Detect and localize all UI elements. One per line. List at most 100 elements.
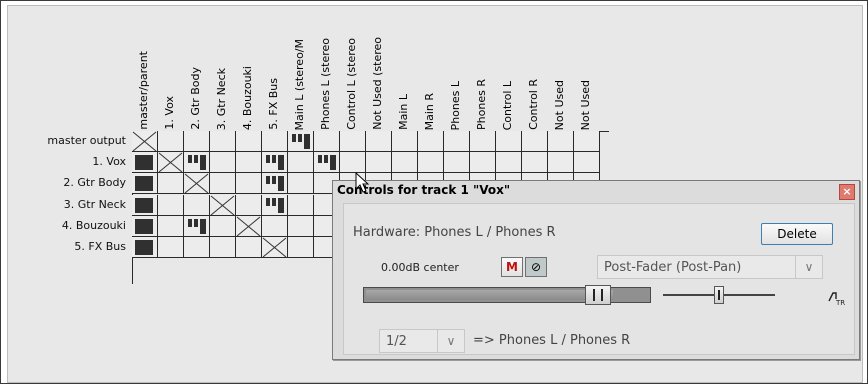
volume-slider[interactable] [363,285,651,305]
routing-cell-empty[interactable] [392,131,418,152]
column-header-label: Main L [397,94,410,130]
track-controls-dialog: Controls for track 1 "Vox" × Hardware: P… [332,180,860,360]
column-header-label: Main L (stereo/M [293,38,306,130]
routing-cell-empty[interactable] [522,131,548,152]
routing-cell-empty[interactable] [158,237,184,258]
column-header: Control R [522,2,548,130]
routing-cell-empty[interactable] [470,152,496,174]
routing-cell-empty[interactable] [262,131,288,152]
routing-cell-empty[interactable] [496,152,522,174]
routing-cell-empty[interactable] [288,194,314,216]
column-header-label: Not Used [553,79,566,130]
volume-slider-fill [366,290,613,300]
routing-cell-empty[interactable] [236,131,262,152]
routing-cell-empty[interactable] [444,131,470,152]
routing-cell-send[interactable] [314,152,340,174]
routing-cell-self[interactable] [236,215,262,237]
routing-cell-empty[interactable] [548,131,574,152]
routing-cell-empty[interactable] [522,152,548,174]
routing-cell-empty[interactable] [184,131,210,152]
column-header: 1. Vox [158,2,184,130]
routing-cell-empty[interactable] [158,173,184,195]
routing-cell-empty[interactable] [496,131,522,152]
mute-button[interactable]: M [501,257,523,277]
routing-cell-empty[interactable] [236,152,262,174]
routing-cell-empty[interactable] [366,131,392,152]
routing-cell-empty[interactable] [236,173,262,195]
pan-slider-handle[interactable] [714,286,724,304]
routing-cell-empty[interactable] [210,131,236,152]
column-header: Not Used [548,2,574,130]
phase-invert-icon[interactable]: ⊘ [525,257,547,277]
delete-button[interactable]: Delete [761,223,833,245]
routing-cell-empty[interactable] [210,237,236,258]
column-header-label: Not Used (stereo [371,37,384,130]
routing-cell-empty[interactable] [184,194,210,216]
routing-cell-empty[interactable] [418,131,444,152]
routing-cell-empty[interactable] [158,194,184,216]
routing-cell-empty[interactable] [574,152,600,174]
routing-cell-self[interactable] [184,173,210,195]
routing-cell-empty[interactable] [548,152,574,174]
routing-cell-empty[interactable] [470,131,496,152]
send-mode-select[interactable]: Post-Fader (Post-Pan) ∨ [597,255,823,279]
routing-cell-empty[interactable] [418,152,444,174]
routing-cell-empty[interactable] [340,131,366,152]
chevron-down-icon: ∨ [795,256,822,278]
routing-cell-send[interactable] [288,131,314,152]
routing-cell-self[interactable] [262,237,288,258]
routing-cell-empty[interactable] [184,237,210,258]
routing-cell-parent-send[interactable] [132,173,158,195]
column-header-label: master/parent [137,51,150,130]
routing-cell-empty[interactable] [236,237,262,258]
chevron-down-icon: ∨ [437,330,464,352]
column-header: 5. FX Bus [262,2,288,130]
routing-cell-send[interactable] [262,194,288,216]
routing-cell-parent-send[interactable] [132,152,158,174]
routing-cell-empty[interactable] [210,152,236,174]
routing-cell-self[interactable] [210,194,236,216]
routing-cell-parent-send[interactable] [132,215,158,237]
routing-cell-empty[interactable] [314,131,340,152]
routing-cell-empty[interactable] [366,152,392,174]
routing-cell-empty[interactable] [210,173,236,195]
routing-cell-empty[interactable] [392,152,418,174]
column-header-label: Control L [501,80,514,130]
routing-cell-send[interactable] [262,152,288,174]
routing-cell-self[interactable] [158,152,184,174]
channel-select[interactable]: 1/2 ∨ [379,329,465,353]
volume-slider-handle[interactable] [585,285,611,305]
routing-cell-empty[interactable] [340,152,366,174]
routing-cell-empty[interactable] [158,131,184,152]
routing-cell-send[interactable] [184,152,210,174]
envelope-icon[interactable]: TR [827,289,845,307]
routing-cell-empty[interactable] [288,173,314,195]
column-header-label: Control R [527,79,540,130]
channel-value: 1/2 [386,334,407,349]
routing-cell-empty[interactable] [158,215,184,237]
routing-cell-empty[interactable] [288,215,314,237]
routing-cell-self[interactable] [132,131,158,152]
routing-cell-parent-send[interactable] [132,237,158,258]
pan-slider[interactable] [663,286,775,304]
destination-label: => Phones L / Phones R [473,333,631,348]
routing-cell-empty[interactable] [288,152,314,174]
routing-cell-parent-send[interactable] [132,194,158,216]
column-header-label: Main R [423,92,436,130]
column-header: Control L (stereo [340,2,366,130]
mouse-cursor-icon [355,172,370,193]
routing-cell-empty[interactable] [288,237,314,258]
column-header: Main L [392,2,418,130]
column-header-label: Phones L (stereo [319,38,332,130]
volume-readout: 0.00dB center [381,261,459,274]
routing-cell-empty[interactable] [210,215,236,237]
routing-cell-empty[interactable] [444,152,470,174]
routing-cell-send[interactable] [262,173,288,195]
column-header: 4. Bouzouki [236,2,262,130]
close-icon[interactable]: × [839,184,855,200]
routing-cell-send[interactable] [184,215,210,237]
routing-cell-empty[interactable] [236,194,262,216]
routing-cell-empty[interactable] [262,215,288,237]
routing-cell-empty[interactable] [574,131,600,152]
dialog-titlebar[interactable]: Controls for track 1 "Vox" × [333,181,859,201]
